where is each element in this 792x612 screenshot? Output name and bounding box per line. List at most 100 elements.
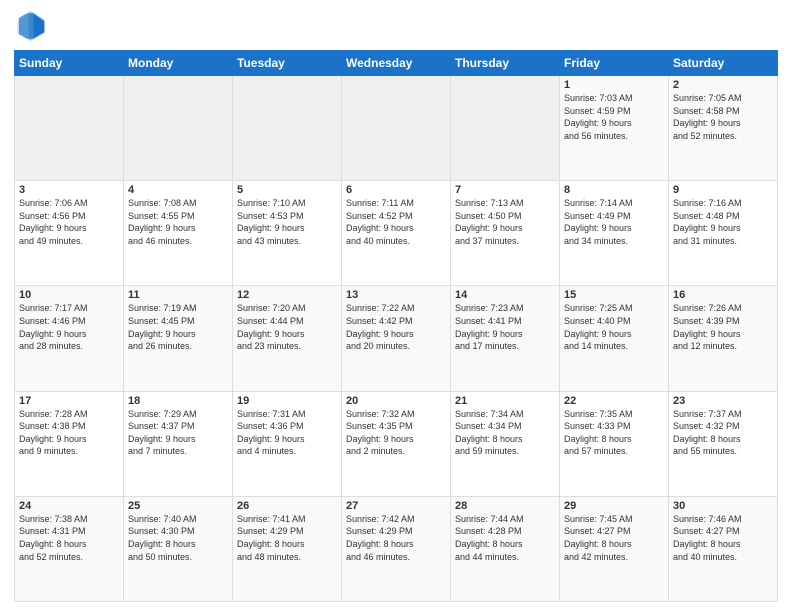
day-info: Sunrise: 7:40 AM Sunset: 4:30 PM Dayligh… [128,513,228,563]
day-number: 16 [673,289,773,301]
day-info: Sunrise: 7:44 AM Sunset: 4:28 PM Dayligh… [455,513,555,563]
calendar-cell [15,76,124,181]
day-info: Sunrise: 7:38 AM Sunset: 4:31 PM Dayligh… [19,513,119,563]
day-info: Sunrise: 7:20 AM Sunset: 4:44 PM Dayligh… [237,302,337,352]
calendar-cell: 16Sunrise: 7:26 AM Sunset: 4:39 PM Dayli… [669,286,778,391]
week-row-3: 17Sunrise: 7:28 AM Sunset: 4:38 PM Dayli… [15,391,778,496]
header-cell-sunday: Sunday [15,51,124,76]
day-info: Sunrise: 7:16 AM Sunset: 4:48 PM Dayligh… [673,197,773,247]
day-info: Sunrise: 7:26 AM Sunset: 4:39 PM Dayligh… [673,302,773,352]
calendar-cell: 22Sunrise: 7:35 AM Sunset: 4:33 PM Dayli… [560,391,669,496]
calendar-cell: 23Sunrise: 7:37 AM Sunset: 4:32 PM Dayli… [669,391,778,496]
day-info: Sunrise: 7:46 AM Sunset: 4:27 PM Dayligh… [673,513,773,563]
week-row-2: 10Sunrise: 7:17 AM Sunset: 4:46 PM Dayli… [15,286,778,391]
calendar-cell [233,76,342,181]
logo [14,10,50,42]
calendar-cell: 19Sunrise: 7:31 AM Sunset: 4:36 PM Dayli… [233,391,342,496]
day-number: 24 [19,500,119,512]
day-number: 4 [128,184,228,196]
header-cell-thursday: Thursday [451,51,560,76]
calendar-cell: 20Sunrise: 7:32 AM Sunset: 4:35 PM Dayli… [342,391,451,496]
calendar-cell: 25Sunrise: 7:40 AM Sunset: 4:30 PM Dayli… [124,496,233,601]
calendar-cell [451,76,560,181]
day-info: Sunrise: 7:37 AM Sunset: 4:32 PM Dayligh… [673,408,773,458]
calendar-cell: 9Sunrise: 7:16 AM Sunset: 4:48 PM Daylig… [669,181,778,286]
day-number: 8 [564,184,664,196]
day-number: 20 [346,395,446,407]
logo-icon [14,10,46,42]
day-number: 6 [346,184,446,196]
calendar-cell: 28Sunrise: 7:44 AM Sunset: 4:28 PM Dayli… [451,496,560,601]
day-info: Sunrise: 7:41 AM Sunset: 4:29 PM Dayligh… [237,513,337,563]
day-info: Sunrise: 7:28 AM Sunset: 4:38 PM Dayligh… [19,408,119,458]
calendar-cell: 13Sunrise: 7:22 AM Sunset: 4:42 PM Dayli… [342,286,451,391]
day-info: Sunrise: 7:42 AM Sunset: 4:29 PM Dayligh… [346,513,446,563]
day-info: Sunrise: 7:03 AM Sunset: 4:59 PM Dayligh… [564,92,664,142]
day-number: 2 [673,79,773,91]
calendar-cell: 15Sunrise: 7:25 AM Sunset: 4:40 PM Dayli… [560,286,669,391]
header-cell-saturday: Saturday [669,51,778,76]
day-number: 14 [455,289,555,301]
calendar-cell: 26Sunrise: 7:41 AM Sunset: 4:29 PM Dayli… [233,496,342,601]
calendar-cell: 21Sunrise: 7:34 AM Sunset: 4:34 PM Dayli… [451,391,560,496]
calendar-table: SundayMondayTuesdayWednesdayThursdayFrid… [14,50,778,602]
calendar-cell: 7Sunrise: 7:13 AM Sunset: 4:50 PM Daylig… [451,181,560,286]
calendar-cell [124,76,233,181]
calendar-cell: 18Sunrise: 7:29 AM Sunset: 4:37 PM Dayli… [124,391,233,496]
header-cell-friday: Friday [560,51,669,76]
day-info: Sunrise: 7:22 AM Sunset: 4:42 PM Dayligh… [346,302,446,352]
calendar-cell: 6Sunrise: 7:11 AM Sunset: 4:52 PM Daylig… [342,181,451,286]
calendar-cell: 27Sunrise: 7:42 AM Sunset: 4:29 PM Dayli… [342,496,451,601]
day-info: Sunrise: 7:45 AM Sunset: 4:27 PM Dayligh… [564,513,664,563]
day-number: 23 [673,395,773,407]
day-number: 10 [19,289,119,301]
week-row-0: 1Sunrise: 7:03 AM Sunset: 4:59 PM Daylig… [15,76,778,181]
day-number: 30 [673,500,773,512]
day-info: Sunrise: 7:10 AM Sunset: 4:53 PM Dayligh… [237,197,337,247]
calendar-cell: 30Sunrise: 7:46 AM Sunset: 4:27 PM Dayli… [669,496,778,601]
calendar-cell [342,76,451,181]
header-row: SundayMondayTuesdayWednesdayThursdayFrid… [15,51,778,76]
calendar-cell: 1Sunrise: 7:03 AM Sunset: 4:59 PM Daylig… [560,76,669,181]
calendar-cell: 4Sunrise: 7:08 AM Sunset: 4:55 PM Daylig… [124,181,233,286]
day-number: 28 [455,500,555,512]
header [14,10,778,42]
day-info: Sunrise: 7:05 AM Sunset: 4:58 PM Dayligh… [673,92,773,142]
day-info: Sunrise: 7:06 AM Sunset: 4:56 PM Dayligh… [19,197,119,247]
calendar-cell: 12Sunrise: 7:20 AM Sunset: 4:44 PM Dayli… [233,286,342,391]
day-number: 21 [455,395,555,407]
week-row-4: 24Sunrise: 7:38 AM Sunset: 4:31 PM Dayli… [15,496,778,601]
day-number: 15 [564,289,664,301]
day-number: 27 [346,500,446,512]
day-info: Sunrise: 7:08 AM Sunset: 4:55 PM Dayligh… [128,197,228,247]
day-number: 12 [237,289,337,301]
header-cell-tuesday: Tuesday [233,51,342,76]
day-number: 5 [237,184,337,196]
page: SundayMondayTuesdayWednesdayThursdayFrid… [0,0,792,612]
day-number: 9 [673,184,773,196]
calendar-cell: 5Sunrise: 7:10 AM Sunset: 4:53 PM Daylig… [233,181,342,286]
day-number: 22 [564,395,664,407]
day-info: Sunrise: 7:34 AM Sunset: 4:34 PM Dayligh… [455,408,555,458]
calendar-cell: 24Sunrise: 7:38 AM Sunset: 4:31 PM Dayli… [15,496,124,601]
calendar-cell: 3Sunrise: 7:06 AM Sunset: 4:56 PM Daylig… [15,181,124,286]
day-number: 7 [455,184,555,196]
day-number: 1 [564,79,664,91]
day-info: Sunrise: 7:11 AM Sunset: 4:52 PM Dayligh… [346,197,446,247]
day-info: Sunrise: 7:29 AM Sunset: 4:37 PM Dayligh… [128,408,228,458]
day-number: 3 [19,184,119,196]
calendar-cell: 11Sunrise: 7:19 AM Sunset: 4:45 PM Dayli… [124,286,233,391]
calendar-cell: 29Sunrise: 7:45 AM Sunset: 4:27 PM Dayli… [560,496,669,601]
day-number: 18 [128,395,228,407]
day-number: 25 [128,500,228,512]
day-info: Sunrise: 7:19 AM Sunset: 4:45 PM Dayligh… [128,302,228,352]
day-number: 26 [237,500,337,512]
day-info: Sunrise: 7:35 AM Sunset: 4:33 PM Dayligh… [564,408,664,458]
day-info: Sunrise: 7:17 AM Sunset: 4:46 PM Dayligh… [19,302,119,352]
day-info: Sunrise: 7:31 AM Sunset: 4:36 PM Dayligh… [237,408,337,458]
calendar-cell: 17Sunrise: 7:28 AM Sunset: 4:38 PM Dayli… [15,391,124,496]
day-number: 29 [564,500,664,512]
day-info: Sunrise: 7:25 AM Sunset: 4:40 PM Dayligh… [564,302,664,352]
calendar-cell: 14Sunrise: 7:23 AM Sunset: 4:41 PM Dayli… [451,286,560,391]
day-number: 11 [128,289,228,301]
